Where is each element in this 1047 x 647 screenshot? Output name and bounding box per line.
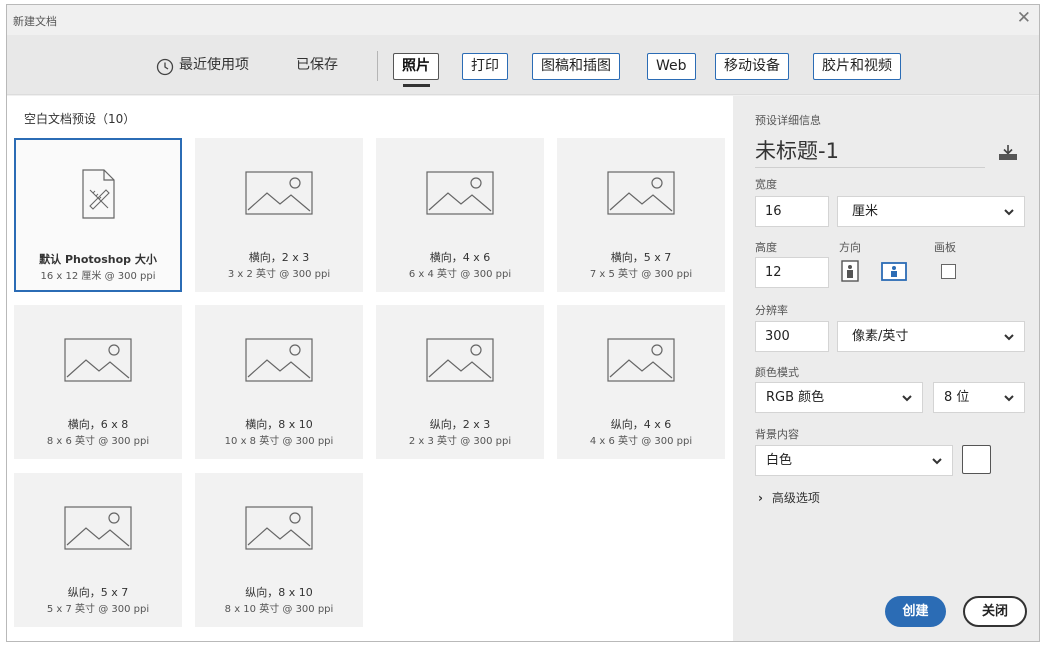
- new-document-dialog: 新建文档 ✕ 最近使用项 已保存 照片 打印 图稿和插图 Web 移动设备 胶片…: [6, 4, 1040, 642]
- chevron-down-icon: [932, 458, 942, 465]
- tab-mobile[interactable]: 移动设备: [715, 53, 789, 80]
- preset-card-default[interactable]: 默认 Photoshop 大小 16 x 12 厘米 @ 300 ppi: [14, 138, 182, 292]
- preset-heading: 空白文档预设（10）: [24, 112, 136, 126]
- preset-details-panel: 预设详细信息 未标题-1 宽度 16 厘米 高度 方向 画板 12 分辨率 30…: [733, 96, 1039, 641]
- preset-title: 横向，5 x 7: [610, 251, 672, 264]
- image-placeholder-icon: [245, 338, 313, 382]
- bit-depth-select[interactable]: 8 位: [933, 382, 1025, 413]
- preset-panel: 空白文档预设（10） 默认 Photoshop 大小 16 x 12 厘米 @ …: [7, 96, 733, 641]
- background-color-swatch[interactable]: [962, 445, 991, 474]
- document-tools-icon: [82, 169, 115, 219]
- preset-subtitle: 4 x 6 英寸 @ 300 ppi: [589, 436, 693, 447]
- preset-title: 横向，8 x 10: [245, 418, 313, 431]
- bit-depth-value: 8 位: [944, 390, 970, 405]
- preset-title: 纵向，5 x 7: [67, 586, 129, 599]
- color-mode-label: 颜色模式: [755, 366, 799, 379]
- chevron-down-icon: [1004, 395, 1014, 402]
- resolution-unit-value: 像素/英寸: [852, 329, 909, 344]
- preset-card[interactable]: 横向，8 x 10 10 x 8 英寸 @ 300 ppi: [195, 305, 363, 459]
- preset-card[interactable]: 横向，4 x 6 6 x 4 英寸 @ 300 ppi: [376, 138, 544, 292]
- resolution-unit-select[interactable]: 像素/英寸: [837, 321, 1025, 352]
- preset-card[interactable]: 横向，5 x 7 7 x 5 英寸 @ 300 ppi: [557, 138, 725, 292]
- resolution-input[interactable]: 300: [755, 321, 829, 352]
- create-button[interactable]: 创建: [885, 596, 946, 627]
- window-title: 新建文档: [13, 15, 57, 28]
- tab-saved[interactable]: 已保存: [296, 53, 338, 80]
- image-placeholder-icon: [64, 338, 132, 382]
- preset-card[interactable]: 纵向，5 x 7 5 x 7 英寸 @ 300 ppi: [14, 473, 182, 627]
- preset-subtitle: 10 x 8 英寸 @ 300 ppi: [224, 436, 334, 447]
- tab-web[interactable]: Web: [647, 53, 696, 80]
- color-mode-value: RGB 颜色: [766, 390, 825, 405]
- orientation-label: 方向: [839, 241, 861, 254]
- resolution-label: 分辨率: [755, 304, 788, 317]
- width-unit-select[interactable]: 厘米: [837, 196, 1025, 227]
- title-bar: 新建文档 ✕: [7, 5, 1039, 35]
- preset-subtitle: 7 x 5 英寸 @ 300 ppi: [589, 269, 693, 280]
- advanced-options-label: 高级选项: [771, 491, 820, 505]
- save-preset-icon[interactable]: [997, 143, 1019, 161]
- preset-card[interactable]: 横向，2 x 3 3 x 2 英寸 @ 300 ppi: [195, 138, 363, 292]
- width-unit-value: 厘米: [852, 204, 879, 219]
- preset-card[interactable]: 纵向，4 x 6 4 x 6 英寸 @ 300 ppi: [557, 305, 725, 459]
- preset-title: 纵向，4 x 6: [610, 418, 672, 431]
- tab-art-illustration[interactable]: 图稿和插图: [532, 53, 620, 80]
- preset-subtitle: 6 x 4 英寸 @ 300 ppi: [408, 269, 512, 280]
- width-label: 宽度: [755, 178, 777, 191]
- image-placeholder-icon: [607, 171, 675, 215]
- image-placeholder-icon: [607, 338, 675, 382]
- background-label: 背景内容: [755, 428, 799, 441]
- image-placeholder-icon: [245, 171, 313, 215]
- artboard-checkbox[interactable]: [941, 264, 956, 279]
- chevron-down-icon: [902, 395, 912, 402]
- clock-icon: [156, 58, 174, 76]
- preset-title: 横向，2 x 3: [248, 251, 310, 264]
- color-mode-select[interactable]: RGB 颜色: [755, 382, 923, 413]
- details-heading: 预设详细信息: [755, 114, 821, 127]
- preset-subtitle: 5 x 7 英寸 @ 300 ppi: [46, 604, 150, 615]
- tab-film-video[interactable]: 胶片和视频: [813, 53, 901, 80]
- preset-card[interactable]: 纵向，8 x 10 8 x 10 英寸 @ 300 ppi: [195, 473, 363, 627]
- preset-card[interactable]: 横向，6 x 8 8 x 6 英寸 @ 300 ppi: [14, 305, 182, 459]
- height-input[interactable]: 12: [755, 257, 829, 288]
- image-placeholder-icon: [64, 506, 132, 550]
- close-icon[interactable]: ✕: [1017, 9, 1031, 27]
- portrait-orientation-icon[interactable]: [839, 260, 861, 282]
- preset-title: 横向，6 x 8: [67, 418, 129, 431]
- document-name-field[interactable]: 未标题-1: [755, 136, 985, 168]
- close-button[interactable]: 关闭: [963, 596, 1027, 627]
- preset-subtitle: 3 x 2 英寸 @ 300 ppi: [227, 269, 331, 280]
- active-tab-indicator: [403, 84, 430, 87]
- tab-divider: [377, 51, 378, 81]
- preset-title: 横向，4 x 6: [429, 251, 491, 264]
- category-tab-bar: 最近使用项 已保存 照片 打印 图稿和插图 Web 移动设备 胶片和视频: [7, 35, 1039, 95]
- image-placeholder-icon: [426, 171, 494, 215]
- width-input[interactable]: 16: [755, 196, 829, 227]
- tab-recent[interactable]: 最近使用项: [179, 53, 249, 80]
- preset-card[interactable]: 纵向，2 x 3 2 x 3 英寸 @ 300 ppi: [376, 305, 544, 459]
- height-label: 高度: [755, 241, 777, 254]
- preset-title: 默认 Photoshop 大小: [39, 253, 157, 266]
- tab-photo[interactable]: 照片: [393, 53, 439, 80]
- chevron-down-icon: [1004, 334, 1014, 341]
- chevron-right-icon: ›: [758, 491, 763, 505]
- preset-subtitle: 8 x 6 英寸 @ 300 ppi: [46, 436, 150, 447]
- background-value: 白色: [766, 453, 793, 468]
- preset-subtitle: 2 x 3 英寸 @ 300 ppi: [408, 436, 512, 447]
- preset-title: 纵向，8 x 10: [245, 586, 313, 599]
- advanced-options-toggle[interactable]: › 高级选项: [758, 489, 820, 506]
- chevron-down-icon: [1004, 209, 1014, 216]
- artboard-label: 画板: [934, 241, 956, 254]
- preset-subtitle: 8 x 10 英寸 @ 300 ppi: [224, 604, 334, 615]
- image-placeholder-icon: [245, 506, 313, 550]
- preset-subtitle: 16 x 12 厘米 @ 300 ppi: [40, 271, 156, 282]
- image-placeholder-icon: [426, 338, 494, 382]
- background-select[interactable]: 白色: [755, 445, 953, 476]
- preset-title: 纵向，2 x 3: [429, 418, 491, 431]
- landscape-orientation-icon[interactable]: [881, 260, 907, 282]
- tab-print[interactable]: 打印: [462, 53, 508, 80]
